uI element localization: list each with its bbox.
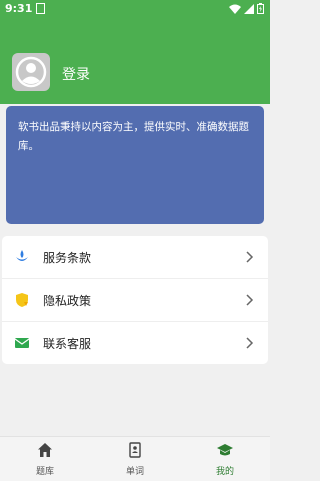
menu-item-terms[interactable]: 服务条款: [2, 236, 268, 279]
status-bar: 9:31: [0, 0, 270, 18]
chevron-right-icon: [246, 337, 254, 349]
menu-item-contact[interactable]: 联系客服: [2, 322, 268, 365]
tab-words[interactable]: 单词: [90, 437, 180, 481]
graduation-cap-icon: [217, 444, 233, 456]
sim-card-icon: [36, 3, 45, 14]
tab-question-bank[interactable]: 题库: [0, 437, 90, 481]
battery-charging-icon: [257, 3, 264, 14]
profile-header: 登录: [0, 18, 270, 104]
mail-icon: [14, 338, 30, 348]
chevron-right-icon: [246, 251, 254, 263]
phone-book-icon: [129, 442, 141, 458]
tab-label: 我的: [215, 467, 234, 477]
menu-item-label: 隐私政策: [43, 294, 92, 308]
wifi-icon: [229, 4, 241, 14]
intro-text: 软书出品秉持以内容为主，提供实时、准确数据题库。: [18, 121, 249, 152]
tab-mine[interactable]: 我的: [180, 437, 270, 481]
login-link[interactable]: 登录: [62, 64, 90, 84]
tab-label: 单词: [125, 467, 144, 477]
tab-label: 题库: [35, 467, 54, 477]
menu-item-label: 服务条款: [43, 251, 92, 265]
intro-card: 软书出品秉持以内容为主，提供实时、准确数据题库。: [6, 106, 264, 224]
shield-icon: [16, 293, 28, 307]
chevron-right-icon: [246, 294, 254, 306]
status-icons: [229, 3, 264, 14]
user-avatar-icon[interactable]: [12, 53, 50, 91]
status-time: 9:31: [5, 2, 33, 15]
bottom-tab-bar: 题库 单词 我的: [0, 436, 270, 481]
drop-icon: [16, 250, 28, 261]
menu-item-label: 联系客服: [43, 337, 92, 351]
settings-menu: 服务条款 隐私政策 联系客服: [2, 236, 268, 364]
menu-item-privacy[interactable]: 隐私政策: [2, 279, 268, 322]
signal-icon: [244, 3, 254, 14]
home-icon: [38, 443, 52, 457]
